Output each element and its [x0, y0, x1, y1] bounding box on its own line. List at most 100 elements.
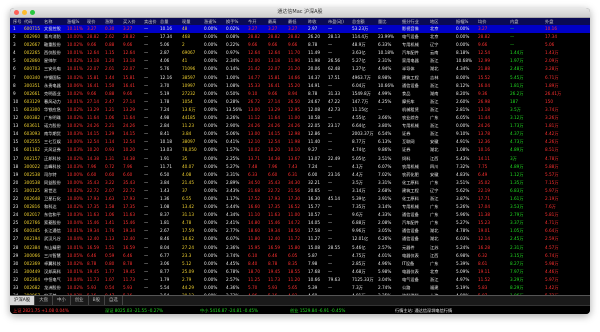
table-cell: 4.71万 — [545, 220, 559, 226]
table-row[interactable]: 29 300066 三川智慧 10.05% 6.46 0.59 6.46 — 6.77 23.3 0… — [10, 252, 590, 260]
table-row[interactable]: 32 002364 中恒电气 10.04% 11.73 1.07 11.73 — 1.79 2.7… — [10, 276, 590, 284]
table-cell: 4.08 — [182, 171, 192, 177]
table-row[interactable]: 19 002538 司尔特 10.00% 6.60 0.60 6.60 — 6.50 4.08 0.… — [10, 171, 590, 179]
bottom-tab[interactable]: 自选 — [105, 296, 123, 305]
table-row[interactable]: 14 603093 南华期货 10.03% 14.15 1.29 14.15 — 8.41 3.8… — [10, 130, 590, 138]
bottom-tab[interactable]: 大盘 — [35, 296, 53, 305]
table-row[interactable]: 17 002157 正邦科技 10.02% 14.38 1.31 14.38 — 1.91 35 0… — [10, 155, 590, 163]
column-header[interactable]: 总量 — [160, 18, 168, 25]
table-cell: 17.04 — [478, 204, 490, 210]
table-row[interactable]: 31 300449 汉邦高科 10.01% 19.45 1.77 19.45 — 8.77 25.… — [10, 268, 590, 276]
bottom-tab[interactable]: B股 — [89, 296, 105, 305]
column-header[interactable]: 内盘 — [510, 18, 518, 25]
table-cell: 38597 — [182, 74, 196, 80]
column-header[interactable]: 涨跌 — [105, 18, 113, 25]
table-row[interactable]: 30 002369 卓翼科技 10.02% 8.78 0.80 8.78 — 3.06 5.12 0… — [10, 260, 590, 268]
table-cell: 14 — [13, 131, 19, 137]
table-cell: 证券 — [402, 131, 411, 137]
table-cell: 5.09% — [456, 268, 470, 274]
column-header[interactable]: 外盘 — [545, 18, 553, 25]
table-cell: 安徽 — [430, 139, 439, 145]
column-header[interactable]: 现价 — [87, 18, 95, 25]
table-row[interactable]: 9 002661 克明面业 10.02% 9.66 0.88 9.66 — 5.19 27232 0… — [10, 90, 590, 98]
table-cell: 3.51% — [378, 155, 392, 161]
table-cell: 28 — [13, 244, 19, 250]
table-cell: — — [144, 90, 149, 96]
table-row[interactable]: 15 002555 三七互娱 10.00% 12.54 1.14 12.54 — 10.18 38… — [10, 138, 590, 146]
table-cell: 10.03% — [67, 147, 83, 153]
column-header[interactable]: 买入价 — [123, 18, 136, 25]
table-row[interactable]: 10 603129 春风动力 10.01% 27.14 2.47 27.14 — 1.78 105… — [10, 98, 590, 106]
column-header[interactable]: 振幅% — [456, 18, 468, 25]
column-header[interactable]: 换手% — [226, 18, 238, 25]
column-header[interactable]: 均价 — [478, 18, 486, 25]
quote-table[interactable]: 1 600715 文投控股 10.11% 3.27 0.30 3.27—10.16 48 0.0… — [10, 25, 590, 300]
table-row[interactable]: 6 600703 三安光电 10.01% 22.07 2.01 22.07 — 5.76 7109… — [10, 65, 590, 73]
table-cell: 11.80 — [248, 236, 260, 242]
table-cell: 0.00% — [204, 212, 218, 218]
table-row[interactable]: 3 002667 鞍重股份 10.02% 9.66 0.88 9.66 — 5.06 2 0.00%… — [10, 41, 590, 49]
table-row[interactable]: 20 300538 同益股份 10.00% 35.43 3.22 35.43 — 3.84 21.… — [10, 179, 590, 187]
table-row[interactable]: 22 002648 卫星石化 10.00% 17.93 1.63 17.93 — 1.36 6.5… — [10, 195, 590, 203]
table-cell: 4963.7万 — [352, 74, 371, 80]
column-header[interactable]: 序号 — [13, 18, 21, 25]
column-header[interactable]: 涨速% — [204, 18, 216, 25]
table-cell: 12.36 — [478, 139, 490, 145]
table-row[interactable]: 21 300125 易世达 10.02% 22.72 2.07 22.72 — 1.43 37 0.… — [10, 187, 590, 195]
table-row[interactable]: 2 002960 青鸟消防 10.00% 28.82 2.62 28.82 — 17.34 468… — [10, 33, 590, 41]
column-header[interactable]: 市盈(动) — [328, 18, 344, 25]
column-header[interactable]: 地区 — [430, 18, 438, 25]
bottom-tab[interactable]: 沪深A股 — [10, 296, 36, 305]
table-cell: 1.36 — [160, 195, 170, 201]
table-row[interactable]: 13 603611 诺力股份 10.02% 24.26 2.21 24.26 — 2.84 11.… — [10, 122, 590, 130]
table-row[interactable]: 1 600715 文投控股 10.11% 3.27 0.30 3.27 — 10.16 48 0.0… — [10, 25, 590, 34]
table-row[interactable]: 26 600345 长江通信 10.01% 19.34 1.76 19.34 — 2.67 17.… — [10, 227, 590, 235]
column-header[interactable]: 昨收 — [308, 18, 316, 25]
table-cell: 28.82 — [268, 34, 280, 40]
table-cell: 0.60 — [105, 171, 115, 177]
table-row[interactable]: 12 600382 广东明珠 10.02% 11.64 1.06 11.64 — 4.98 441… — [10, 114, 590, 122]
column-header[interactable]: 卖出价 — [144, 18, 157, 25]
column-header[interactable]: 名称 — [44, 18, 52, 25]
table-cell: 28.82 — [248, 34, 260, 40]
table-cell: 12.08 — [308, 106, 320, 112]
table-cell: 10.20 — [87, 147, 99, 153]
table-row[interactable]: 5 002860 星帅尔 10.02% 13.18 1.20 13.18 — 4.06 41 0.0… — [10, 57, 590, 65]
table-cell: 11.64 — [123, 115, 135, 121]
table-cell: 14.15 — [268, 131, 280, 137]
table-cell: 14.91 — [308, 82, 320, 88]
column-header[interactable]: 现量 — [182, 18, 190, 25]
table-cell: 22.07 — [268, 66, 280, 72]
table-cell: 1.77 — [105, 268, 115, 274]
table-row[interactable]: 11 603300 华铁应急 10.02% 13.29 1.21 13.29 — 7.24 13.… — [10, 106, 590, 114]
column-header[interactable]: 今开 — [248, 18, 256, 25]
table-cell: 11.25 — [248, 276, 260, 282]
table-row[interactable]: 18 300022 吉峰科技 10.03% 7.96 0.72 7.96 — 11.71 40.0… — [10, 163, 590, 171]
table-row[interactable]: 28 002384 东山精密 10.01% 16.59 1.51 16.59 — 8.04 27.… — [10, 244, 590, 252]
bottom-tab[interactable]: 创业 — [71, 296, 89, 305]
table-row[interactable]: 4 002265 西仪股份 10.01% 12.64 1.15 12.64 — 2.87 6906… — [10, 49, 590, 57]
column-header[interactable]: 代码 — [24, 18, 32, 25]
column-header[interactable]: 最低 — [288, 18, 296, 25]
table-row[interactable]: 27 002194 武汉凡谷 10.04% 12.40 1.13 12.40 — 8.46 14.… — [10, 235, 590, 243]
table-cell: 16 — [13, 147, 19, 153]
table-cell: 10 — [13, 98, 19, 104]
column-header[interactable]: 总金额 — [352, 18, 365, 25]
table-row[interactable]: 16 601162 天风证券 10.03% 10.20 0.93 10.20 — 13.03 78… — [10, 146, 590, 154]
bottom-tab[interactable]: 中小 — [53, 296, 71, 305]
table-row[interactable]: 25 002766 索菱股份 10.04% 15.46 1.41 15.46 — 1.81 4.7… — [10, 219, 590, 227]
table-row[interactable]: 24 002017 东信和平 10.03% 11.63 1.06 11.63 — 8.37 31.… — [10, 211, 590, 219]
table-row[interactable]: 7 000340 中钢国际 10.02% 15.81 1.44 15.81 — 12.16 385… — [10, 74, 590, 82]
column-header[interactable]: 涨幅% — [67, 18, 79, 25]
table-cell: 电器仪表 — [402, 268, 419, 274]
table-cell: 2.34% — [226, 58, 240, 64]
column-header[interactable]: 量比 — [378, 18, 386, 25]
table-cell: 0.30 — [105, 26, 115, 31]
table-cell: 13.42 — [182, 204, 194, 210]
table-row[interactable]: 33 002682 龙洲股份 10.02% 5.93 0.54 5.93 — 5.54 44.29… — [10, 284, 590, 292]
column-header[interactable]: 最高 — [268, 18, 276, 25]
table-row[interactable]: 23 002816 和科达 10.02% 17.35 1.58 17.35 — 1.08 13.4… — [10, 203, 590, 211]
column-header[interactable]: 细分行业 — [402, 18, 419, 25]
table-row[interactable]: 8 300351 永贵电器 10.06% 16.41 1.50 16.41 — 3.70 1099… — [10, 82, 590, 90]
table-cell: 专用机械 — [402, 123, 419, 129]
